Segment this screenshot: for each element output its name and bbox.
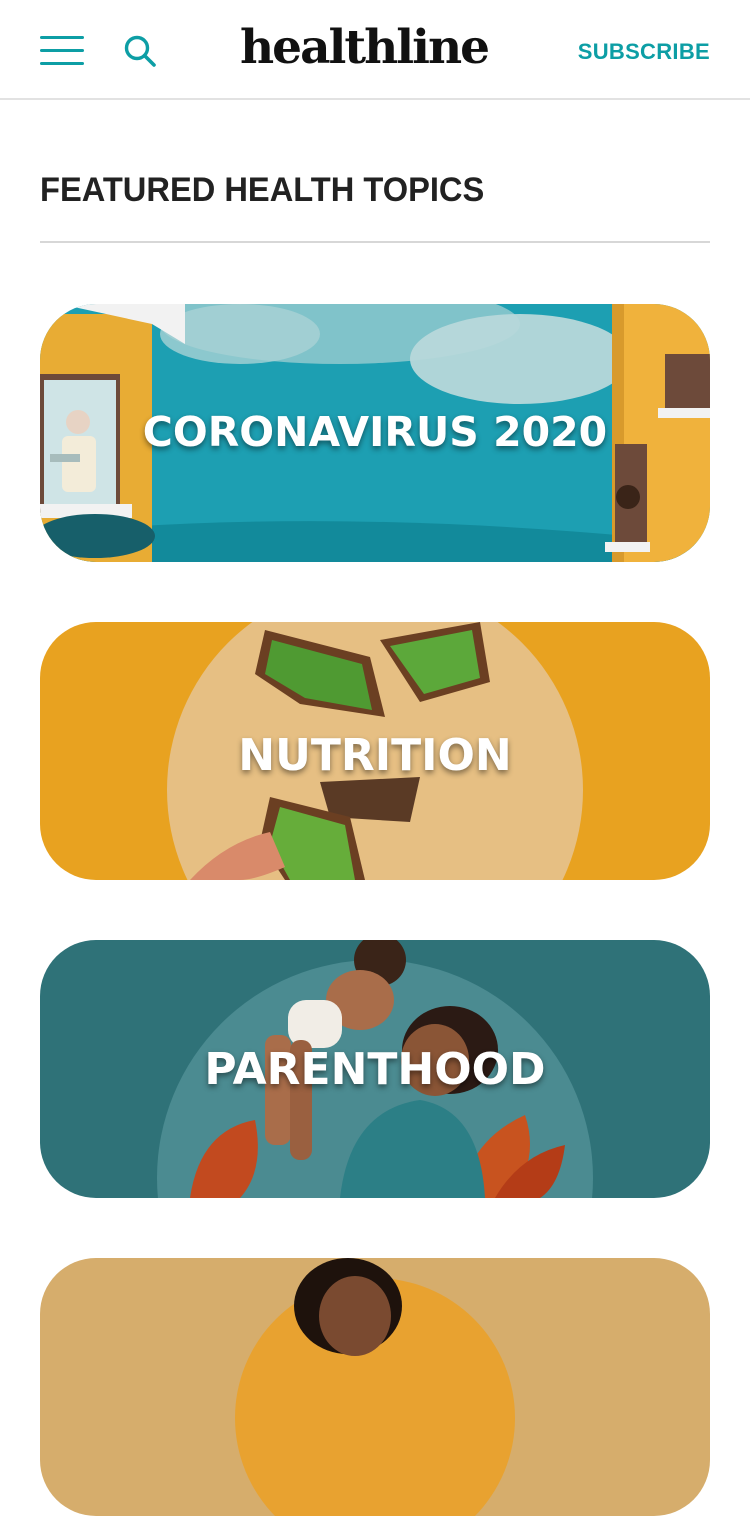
subscribe-link[interactable]: SUBSCRIBE [578,38,710,66]
topic-card-nutrition[interactable]: NUTRITION [40,622,710,880]
healthline-logo[interactable]: healthline [240,18,520,78]
topic-label: NUTRITION [238,730,512,781]
topic-label: CORONAVIRUS 2020 [142,408,608,456]
topic-card-coronavirus[interactable]: CORONAVIRUS 2020 [40,304,710,562]
site-header: healthline SUBSCRIBE [0,0,750,100]
fourth-topic-illustration [40,1258,710,1516]
topic-label: PARENTHOOD [204,1044,546,1095]
topic-card-parenthood[interactable]: PARENTHOOD [40,940,710,1198]
search-icon[interactable] [122,33,158,69]
section-divider [40,241,710,243]
section-title: FEATURED HEALTH TOPICS [40,171,485,209]
menu-bar-bottom [40,62,84,65]
menu-bar-top [40,36,84,39]
menu-bar-middle [40,49,84,52]
topic-card-fourth[interactable] [40,1258,710,1516]
search-icon-glyph [124,35,156,67]
hamburger-menu-icon[interactable] [40,34,84,66]
